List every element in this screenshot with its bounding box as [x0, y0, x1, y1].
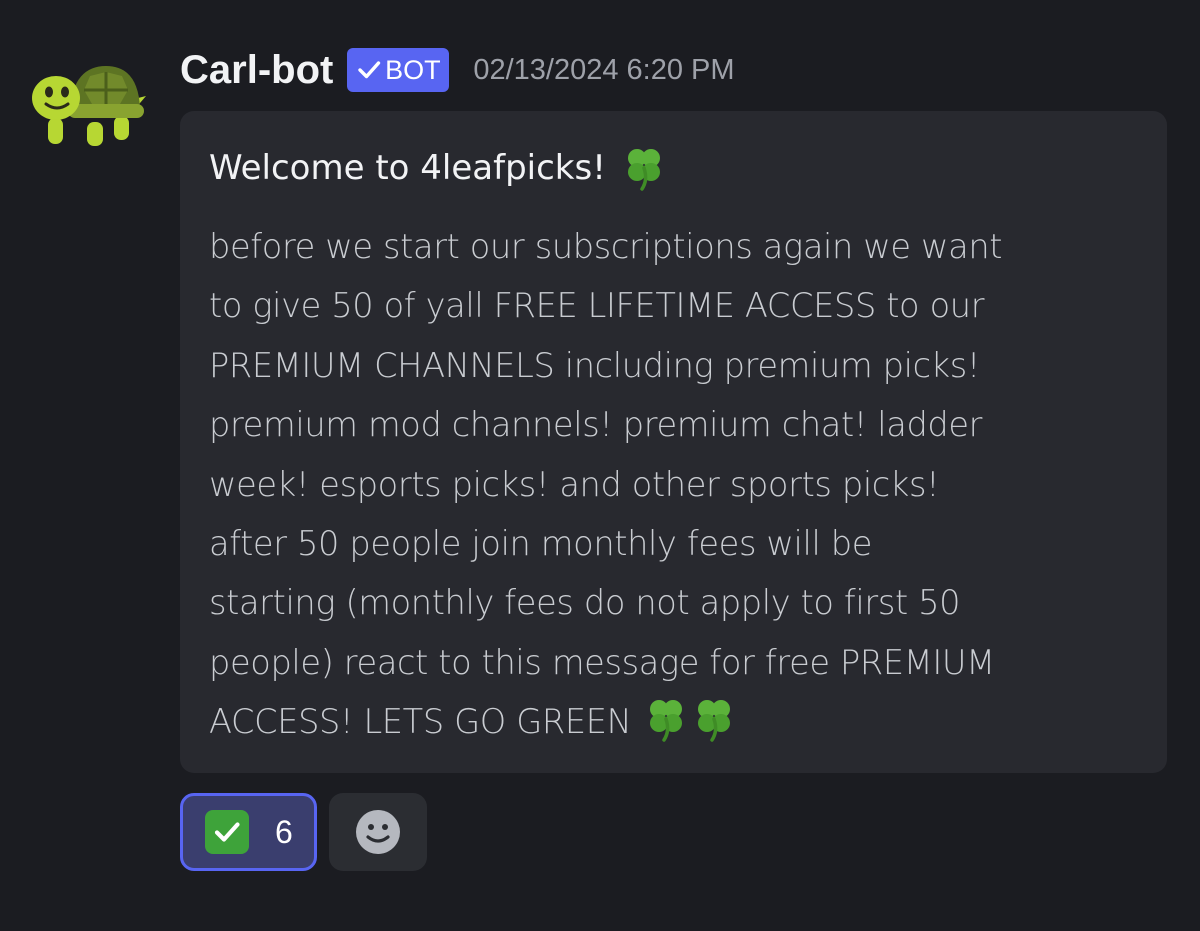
verified-check-icon [358, 61, 381, 79]
description-line: PREMIUM CHANNELS including premium picks… [209, 345, 981, 385]
reaction-check-button[interactable]: 6 [180, 793, 317, 871]
description-line: premium mod channels! premium chat! ladd… [209, 405, 983, 445]
four-leaf-clover-icon [697, 700, 730, 742]
reaction-bar: 6 [180, 793, 427, 871]
chat-message: Carl-bot BOT 02/13/2024 6:20 PM Welcome … [0, 0, 1200, 931]
description-last-text: ACCESS! LETS GO GREEN [209, 702, 632, 742]
bot-tag: BOT [347, 48, 450, 92]
bot-tag-label: BOT [385, 54, 441, 85]
description-line: week! esports picks! and other sports pi… [209, 464, 940, 504]
description-line: to give 50 of yall FREE LIFETIME ACCESS … [209, 286, 985, 326]
add-reaction-button[interactable] [329, 793, 427, 871]
message-timestamp[interactable]: 02/13/2024 6:20 PM [473, 54, 734, 87]
author-name[interactable]: Carl-bot [180, 48, 333, 93]
description-line: starting (monthly fees do not apply to f… [209, 583, 961, 623]
turtle-icon[interactable] [30, 60, 148, 150]
message-header: Carl-bot BOT 02/13/2024 6:20 PM [180, 44, 735, 96]
description-line: before we start our subscriptions again … [209, 227, 1003, 266]
reaction-count: 6 [275, 813, 293, 850]
message-embed: Welcome to 4leafpicks! before we start o… [180, 111, 1167, 773]
four-leaf-clover-icon [627, 149, 660, 191]
description-line: people) react to this message for free P… [209, 642, 995, 682]
check-mark-button-icon [205, 810, 249, 854]
embed-title-text: Welcome to 4leafpicks! [209, 148, 606, 188]
embed-title: Welcome to 4leafpicks! [209, 141, 1139, 195]
description-line: after 50 people join monthly fees will b… [209, 523, 873, 563]
four-leaf-clover-icon [649, 700, 682, 742]
add-reaction-icon [356, 810, 400, 854]
description-line-last: ACCESS! LETS GO GREEN [209, 692, 1139, 751]
embed-description: before we start our subscriptions again … [209, 217, 1139, 752]
